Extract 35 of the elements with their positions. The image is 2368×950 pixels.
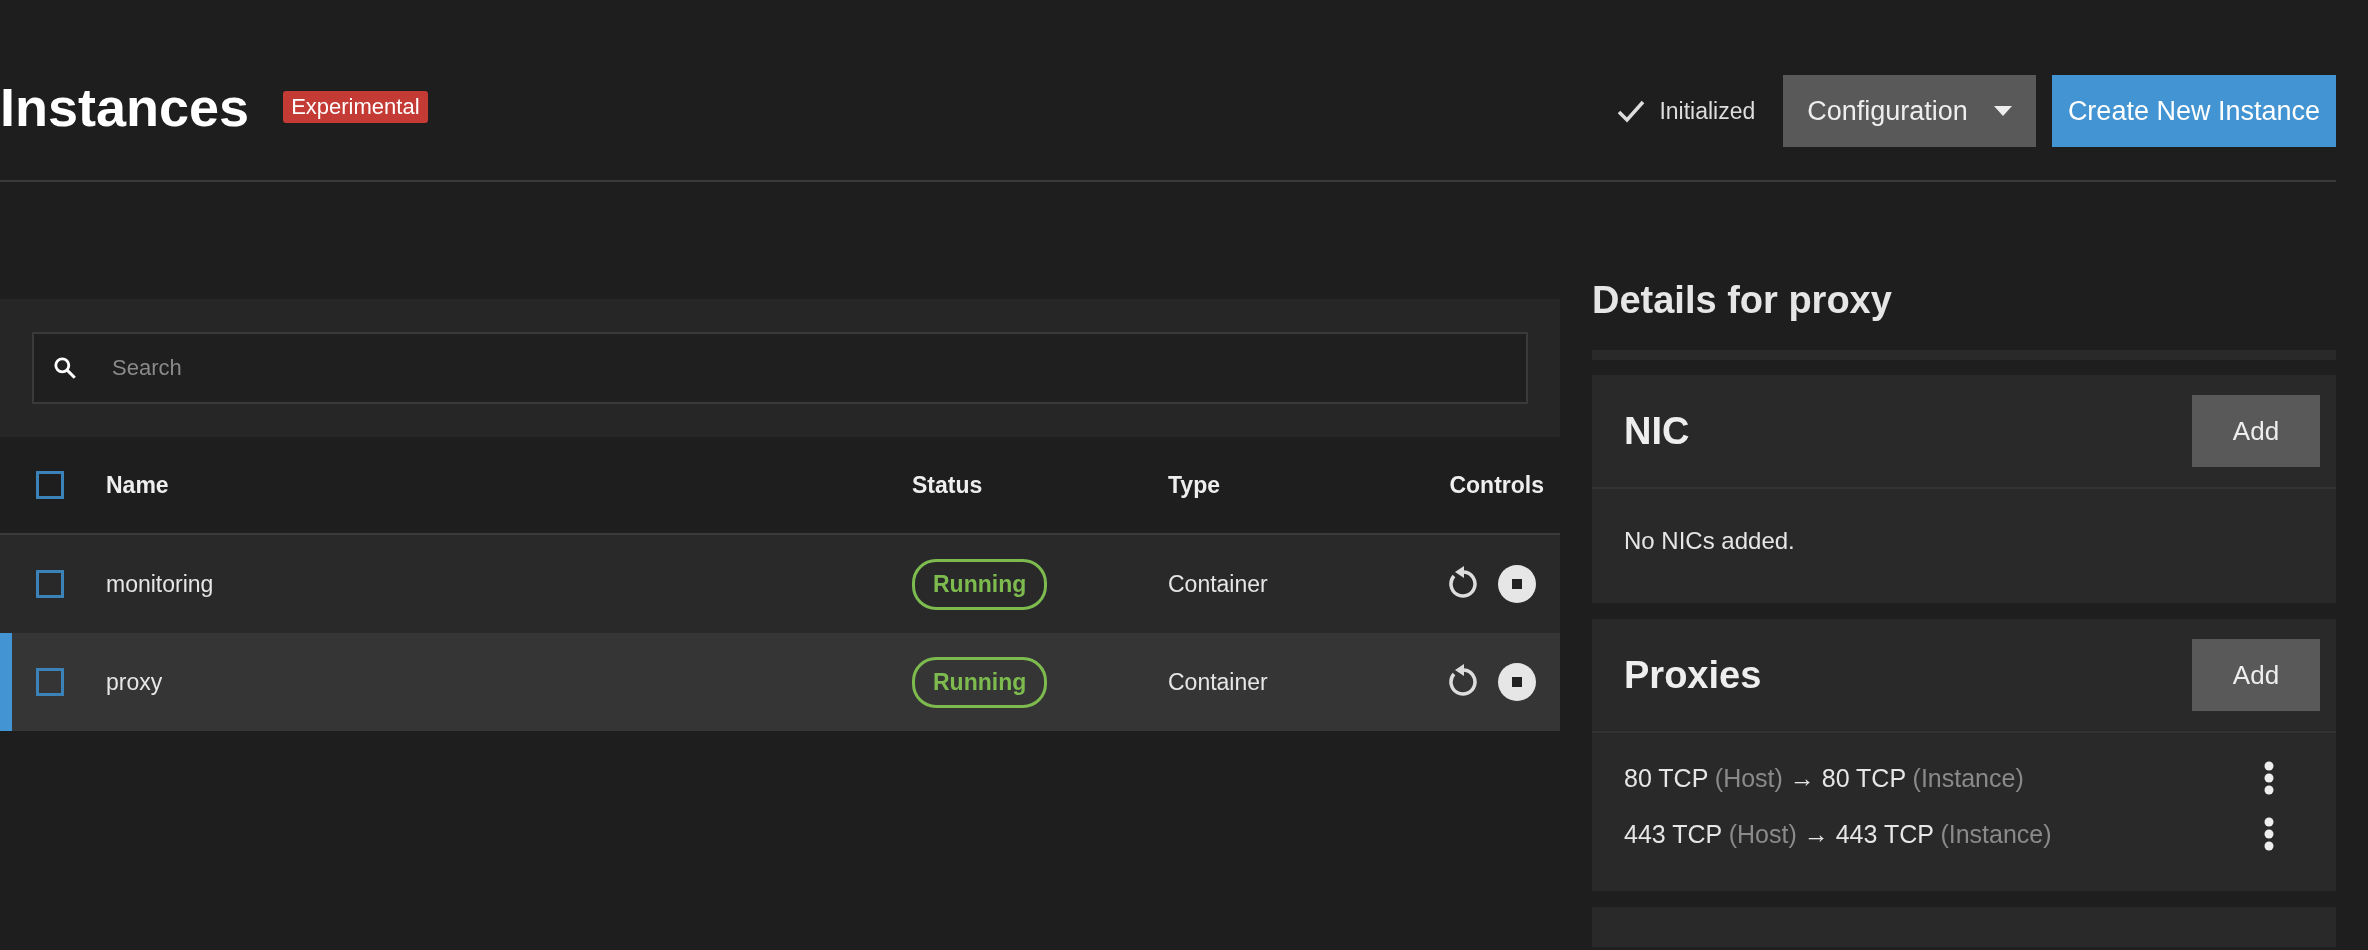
instance-name: monitoring	[106, 570, 215, 598]
table-row[interactable]: proxy Running Container	[0, 633, 1560, 731]
more-options-icon[interactable]	[2264, 817, 2274, 851]
row-checkbox[interactable]	[36, 668, 64, 696]
stop-icon[interactable]	[1498, 565, 1536, 603]
add-button[interactable]: Add	[2192, 395, 2320, 467]
page-title: Instances	[0, 76, 250, 138]
caret-icon	[1993, 106, 2012, 116]
column-header: Type	[1168, 471, 1221, 499]
status-badge: Running	[912, 558, 1048, 610]
table-row[interactable]: monitoring Running Container	[0, 535, 1560, 633]
search-field[interactable]: Search	[32, 332, 1528, 404]
add-button[interactable]: Add	[2192, 639, 2320, 711]
status-label: Initialized	[1659, 97, 1756, 125]
details-title: Details for proxy	[1592, 279, 1893, 322]
column-header: Status	[912, 471, 984, 499]
proxy-rule: 443 TCP (Host) → 443 TCP (Instance)	[1624, 819, 2052, 849]
create-instance-button[interactable]: Create New Instance	[2051, 75, 2336, 147]
column-header: Name	[106, 471, 170, 499]
instance-name: proxy	[106, 668, 164, 696]
instance-type: Container	[1168, 570, 1269, 598]
row-checkbox[interactable]	[36, 570, 64, 598]
search-icon	[52, 355, 78, 381]
more-options-icon[interactable]	[2264, 761, 2274, 795]
stop-icon[interactable]	[1498, 663, 1536, 701]
status-badge: Running	[912, 656, 1048, 708]
proxy-rule: 80 TCP (Host) → 80 TCP (Instance)	[1624, 763, 2024, 793]
configuration-button[interactable]: Configuration	[1783, 75, 2036, 147]
card-title: Proxies	[1624, 653, 1762, 697]
column-header: Controls	[1449, 471, 1545, 499]
empty-message: No NICs added.	[1624, 527, 1796, 555]
instance-type: Container	[1168, 668, 1269, 696]
card-title: NIC	[1624, 409, 1690, 453]
select-all-checkbox[interactable]	[36, 471, 64, 499]
experimental-badge: Experimental	[283, 91, 428, 123]
